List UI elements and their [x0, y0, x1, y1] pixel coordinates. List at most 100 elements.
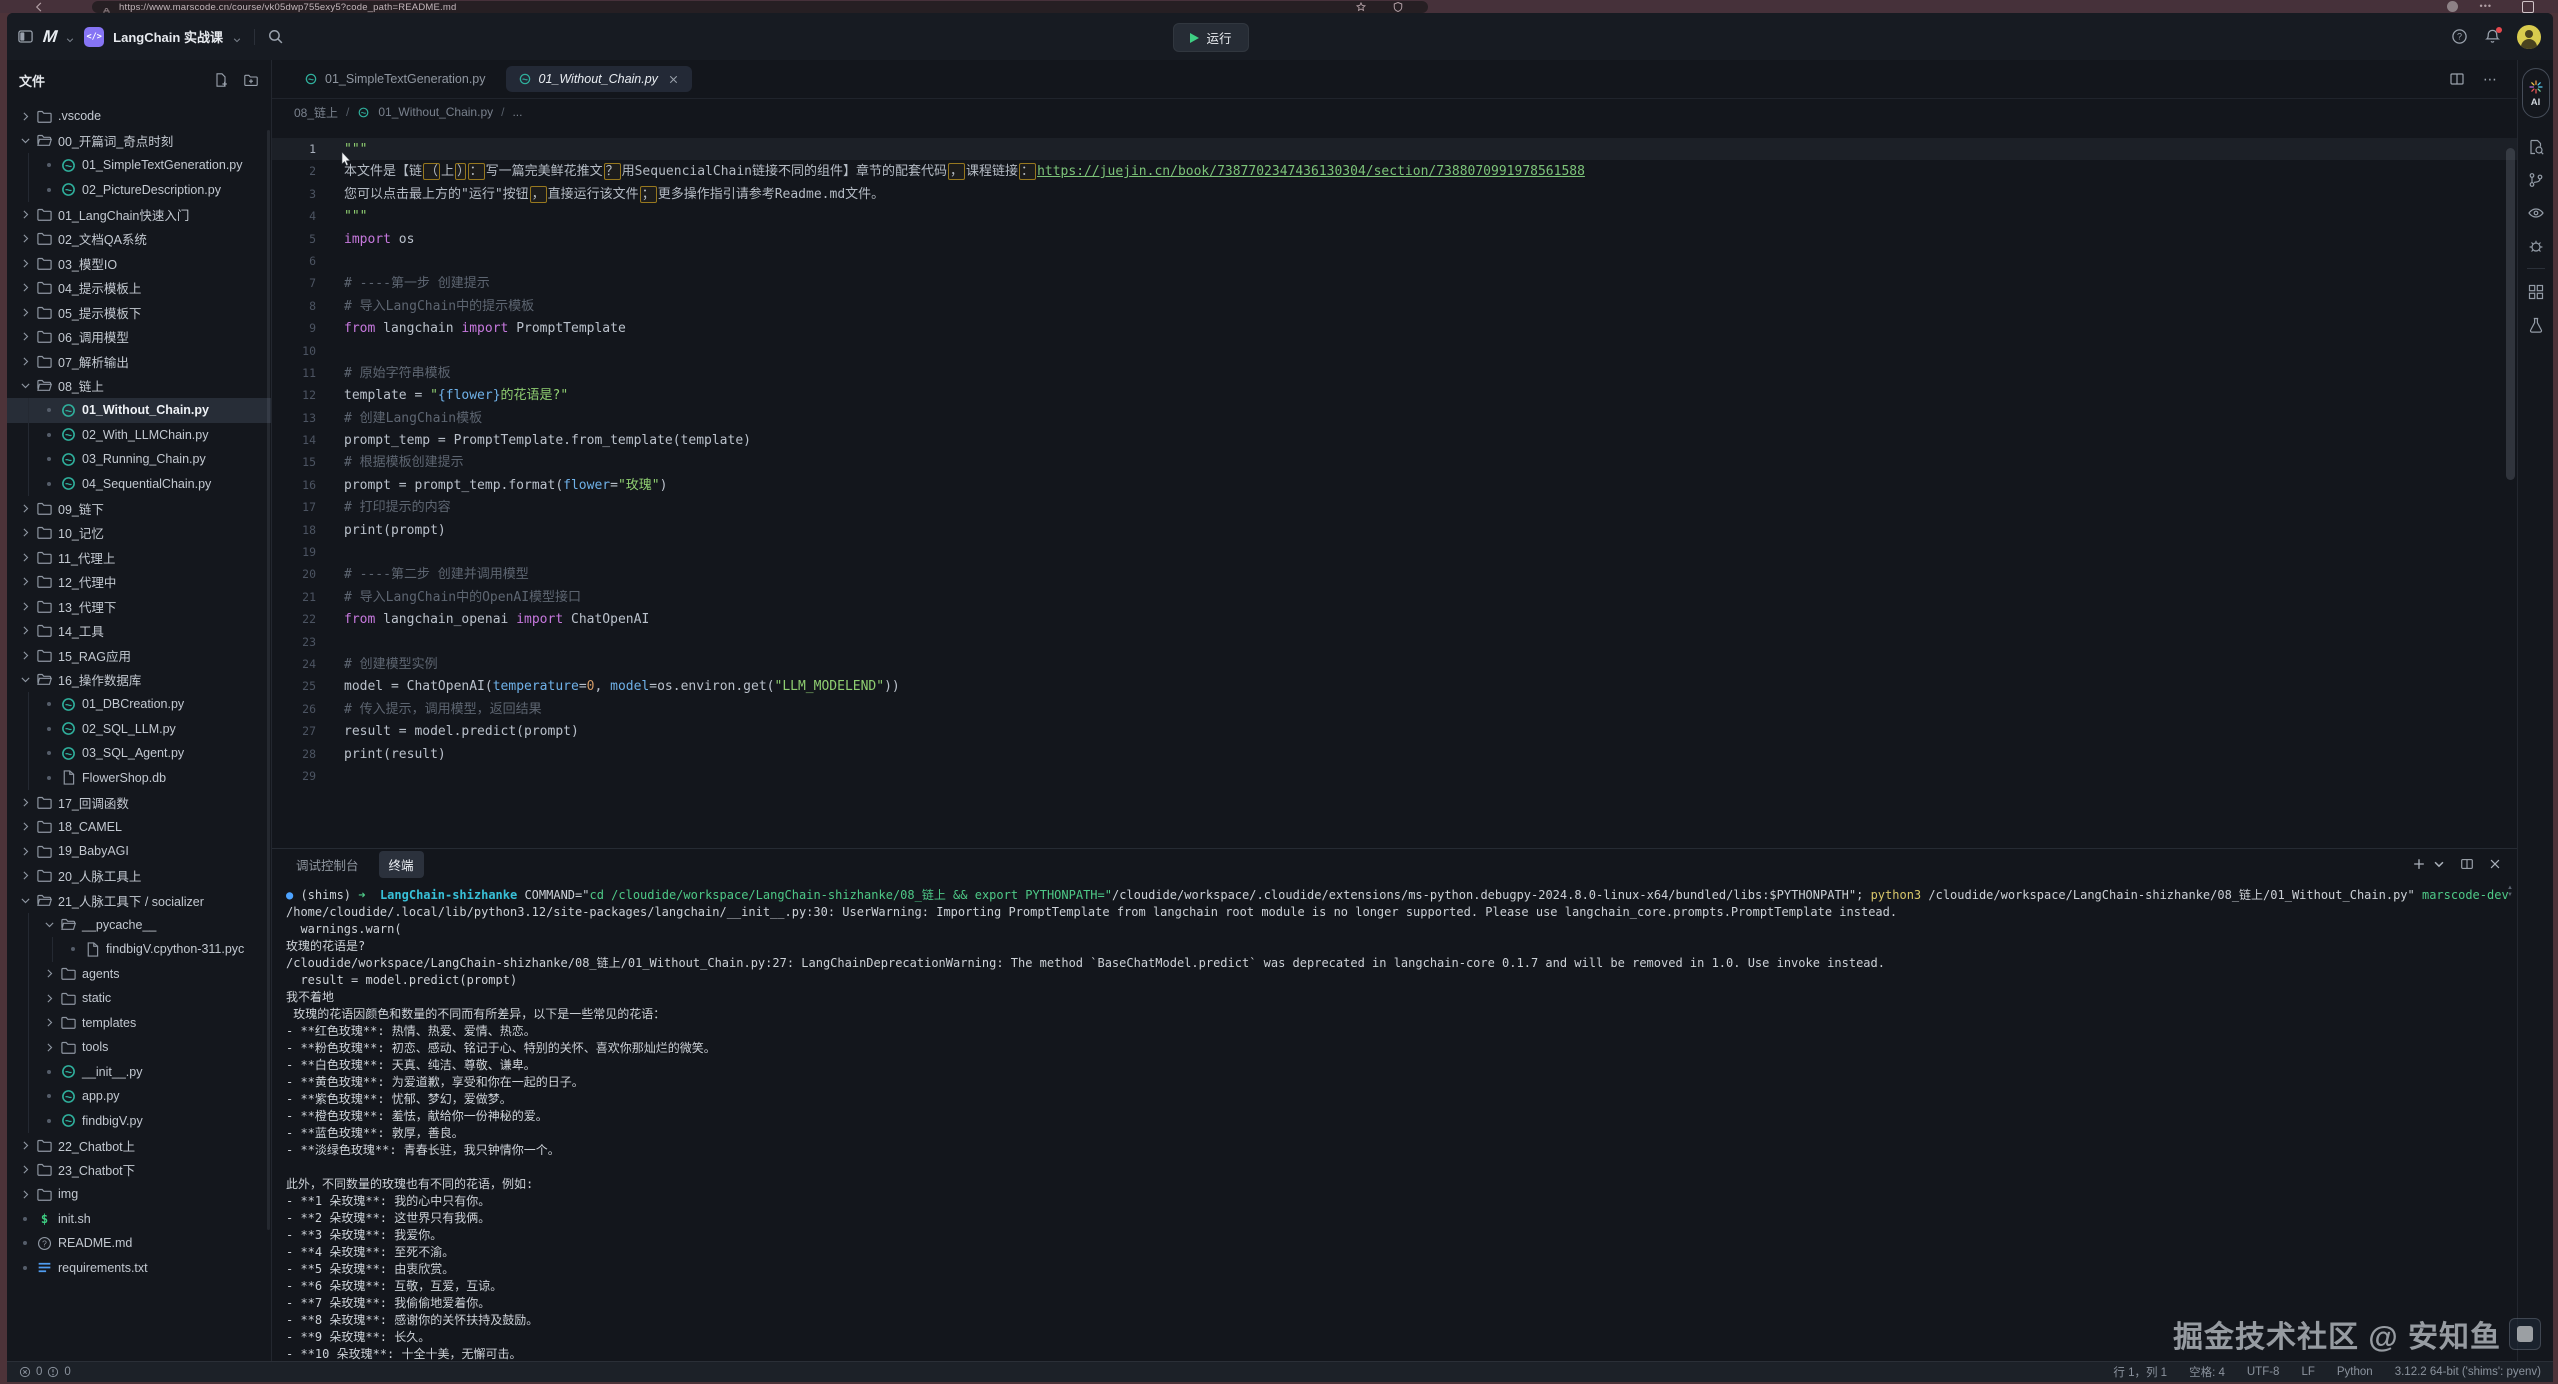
tree-item[interactable]: requirements.txt: [7, 1256, 271, 1281]
tree-item[interactable]: findbigV.cpython-311.pyc: [7, 937, 271, 962]
preview-eye-icon[interactable]: [2527, 204, 2545, 222]
tree-item[interactable]: 04_提示模板上: [7, 276, 271, 301]
tree-item[interactable]: img: [7, 1182, 271, 1207]
toggle-sidebar-icon[interactable]: [17, 28, 34, 45]
tree-item[interactable]: tools: [7, 1035, 271, 1060]
tree-item[interactable]: 19_BabyAGI: [7, 839, 271, 864]
chevron-right-icon[interactable]: [17, 647, 33, 663]
extensions-icon[interactable]: [2527, 283, 2545, 301]
status-item[interactable]: UTF-8: [2247, 1366, 2280, 1378]
chevron-right-icon[interactable]: [17, 108, 33, 124]
status-item[interactable]: 行 1，列 1: [2113, 1364, 2167, 1380]
extension-shield-icon[interactable]: [1392, 0, 1404, 12]
search-icon[interactable]: [267, 28, 284, 45]
status-item[interactable]: 空格: 4: [2189, 1364, 2225, 1380]
tree-item[interactable]: 18_CAMEL: [7, 815, 271, 840]
tree-item[interactable]: 07_解析输出: [7, 349, 271, 374]
help-icon[interactable]: ?: [2451, 28, 2468, 45]
tree-item[interactable]: app.py: [7, 1084, 271, 1109]
tree-item[interactable]: 02_PictureDescription.py: [7, 178, 271, 203]
tree-item[interactable]: 21_人脉工具下 / socializer: [7, 888, 271, 913]
chevron-right-icon[interactable]: [17, 500, 33, 516]
tree-item[interactable]: 03_模型IO: [7, 251, 271, 276]
chevron-right-icon[interactable]: [17, 819, 33, 835]
tree-item[interactable]: 23_Chatbot下: [7, 1158, 271, 1183]
marscode-logo[interactable]: M: [42, 27, 57, 47]
chevron-right-icon[interactable]: [17, 1186, 33, 1202]
code-editor-surface[interactable]: 1"""2本文件是【链（上）：写一篇完美鲜花推文？用SequencialChai…: [272, 126, 2518, 848]
chevron-right-icon[interactable]: [17, 206, 33, 222]
breadcrumb-item[interactable]: 01_Without_Chain.py: [378, 105, 493, 119]
terminal-dropdown-chevron-icon[interactable]: [2432, 857, 2446, 871]
chevron-down-icon[interactable]: [17, 378, 33, 394]
panel-tab[interactable]: 调试控制台: [286, 851, 369, 878]
status-item[interactable]: 3.12.2 64-bit ('shims': pyenv): [2395, 1366, 2541, 1378]
tree-item[interactable]: 01_LangChain快速入门: [7, 202, 271, 227]
tree-item[interactable]: 03_Running_Chain.py: [7, 447, 271, 472]
breadcrumb-item[interactable]: 08_链上: [294, 104, 338, 121]
tree-item[interactable]: ?README.md: [7, 1231, 271, 1256]
split-editor-icon[interactable]: [2449, 71, 2465, 87]
tree-item[interactable]: FlowerShop.db: [7, 766, 271, 791]
tree-item[interactable]: 12_代理中: [7, 570, 271, 595]
source-control-icon[interactable]: [2527, 171, 2545, 189]
debug-bug-icon[interactable]: [2527, 237, 2545, 255]
chevron-right-icon[interactable]: [17, 1137, 33, 1153]
tree-item[interactable]: agents: [7, 962, 271, 987]
editor-tab[interactable]: 01_Without_Chain.py: [506, 66, 692, 92]
tree-item[interactable]: 02_文档QA系统: [7, 227, 271, 252]
split-terminal-icon[interactable]: [2460, 857, 2474, 871]
workspace-title[interactable]: LangChain 实战课: [113, 27, 223, 46]
tree-item[interactable]: 09_链下: [7, 496, 271, 521]
tree-item[interactable]: 20_人脉工具上: [7, 864, 271, 889]
chevron-right-icon[interactable]: [41, 1039, 57, 1055]
tree-item[interactable]: 16_操作数据库: [7, 668, 271, 693]
chevron-right-icon[interactable]: [17, 868, 33, 884]
terminal-output[interactable]: ● (shims) ➜ LangChain-shizhanke COMMAND=…: [272, 879, 2518, 1362]
browser-profile-avatar[interactable]: [2447, 1, 2458, 12]
file-search-icon[interactable]: [2527, 138, 2545, 156]
new-file-icon[interactable]: [213, 72, 229, 88]
chevron-right-icon[interactable]: [17, 525, 33, 541]
chevron-down-icon[interactable]: [17, 672, 33, 688]
address-bar[interactable]: https://www.marscode.cn/course/vk05dwp75…: [92, 1, 1428, 13]
chevron-down-icon[interactable]: [41, 917, 57, 933]
chevron-right-icon[interactable]: [17, 549, 33, 565]
chevron-down-icon[interactable]: [232, 32, 242, 42]
tree-item[interactable]: templates: [7, 1011, 271, 1036]
terminal-scrollbar[interactable]: ▲▼: [2507, 885, 2513, 898]
tree-item[interactable]: 03_SQL_Agent.py: [7, 741, 271, 766]
tree-item[interactable]: 02_SQL_LLM.py: [7, 717, 271, 742]
tree-item[interactable]: 04_SequentialChain.py: [7, 472, 271, 497]
chevron-right-icon[interactable]: [17, 843, 33, 859]
tree-item[interactable]: .vscode: [7, 104, 271, 129]
bookmark-star-icon[interactable]: [1355, 0, 1367, 12]
chevron-right-icon[interactable]: [17, 1162, 33, 1178]
chevron-right-icon[interactable]: [17, 353, 33, 369]
chevron-right-icon[interactable]: [41, 990, 57, 1006]
breadcrumb-item[interactable]: ...: [512, 105, 522, 119]
chevron-right-icon[interactable]: [17, 598, 33, 614]
chevron-down-icon[interactable]: [17, 892, 33, 908]
tree-item[interactable]: 01_SimpleTextGeneration.py: [7, 153, 271, 178]
tree-item[interactable]: 13_代理下: [7, 594, 271, 619]
editor-scrollbar[interactable]: [2506, 148, 2515, 480]
tree-item[interactable]: findbigV.py: [7, 1109, 271, 1134]
chevron-right-icon[interactable]: [17, 574, 33, 590]
tree-item[interactable]: __pycache__: [7, 913, 271, 938]
tree-item[interactable]: 15_RAG应用: [7, 643, 271, 668]
chevron-right-icon[interactable]: [17, 623, 33, 639]
chevron-right-icon[interactable]: [17, 329, 33, 345]
tree-item[interactable]: $init.sh: [7, 1207, 271, 1232]
new-terminal-icon[interactable]: [2412, 857, 2426, 871]
close-tab-icon[interactable]: [667, 73, 680, 86]
chevron-right-icon[interactable]: [17, 794, 33, 810]
tree-item[interactable]: 01_DBCreation.py: [7, 692, 271, 717]
chevron-right-icon[interactable]: [17, 231, 33, 247]
tree-item[interactable]: 06_调用模型: [7, 325, 271, 350]
status-item[interactable]: LF: [2301, 1366, 2314, 1378]
browser-back-icon[interactable]: [33, 0, 45, 12]
tree-item[interactable]: 11_代理上: [7, 545, 271, 570]
errors-icon[interactable]: [19, 1366, 31, 1378]
tree-item[interactable]: __init__.py: [7, 1060, 271, 1085]
